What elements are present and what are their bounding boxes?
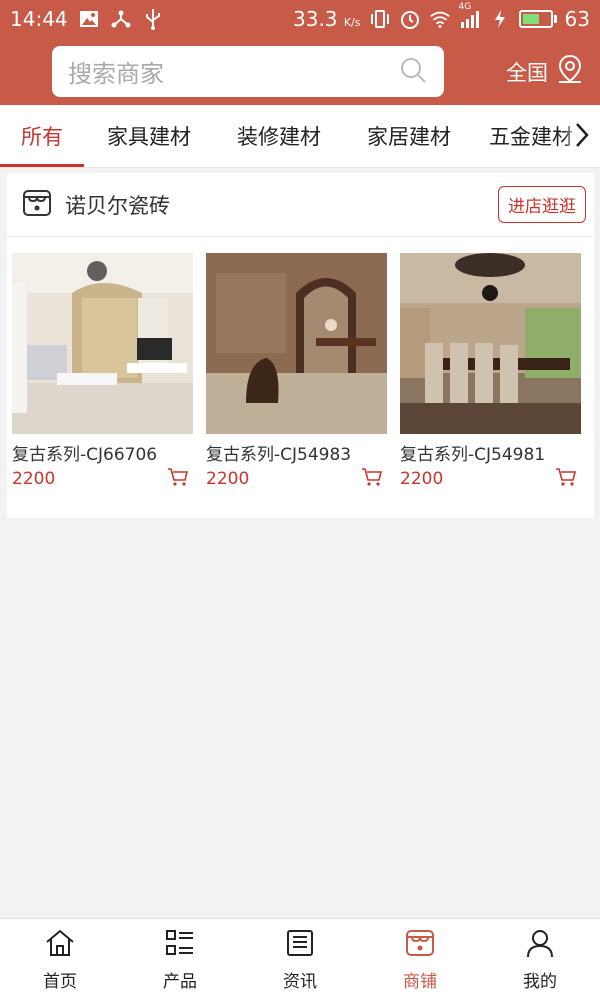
product-image[interactable] (12, 253, 193, 434)
vibrate-icon (369, 8, 391, 30)
product-title[interactable]: 复古系列-CJ66706 (12, 440, 193, 465)
nav-news[interactable]: 资讯 (240, 919, 360, 1000)
cart-icon[interactable] (167, 467, 189, 491)
nav-mine-label: 我的 (523, 971, 557, 992)
tab-furniture-materials[interactable]: 家具建材 (84, 105, 214, 167)
product-price: 2200 (206, 469, 250, 489)
status-bar: 14:44 33.3 K/s 4G 63 (0, 0, 600, 38)
battery-percent: 63 (564, 7, 590, 31)
product-card[interactable]: 复古系列-CJ54983 2200 (206, 253, 387, 491)
product-title[interactable]: 复古系列-CJ54983 (206, 440, 387, 465)
nav-shops-label: 商铺 (403, 971, 437, 992)
alarm-icon (399, 8, 421, 30)
home-icon (44, 928, 76, 963)
wifi-icon (429, 8, 451, 30)
battery-icon (518, 10, 557, 28)
visit-store-button[interactable]: 进店逛逛 (498, 186, 586, 223)
cart-icon[interactable] (361, 467, 383, 491)
news-icon (284, 928, 316, 963)
usb-icon (142, 8, 164, 30)
charging-icon (489, 8, 511, 30)
search-icon[interactable] (398, 55, 428, 89)
search-input[interactable]: 搜索商家 (68, 54, 398, 89)
chevron-right-icon (574, 121, 590, 153)
grid-list-icon (164, 928, 196, 963)
cart-icon[interactable] (555, 467, 577, 491)
tab-decoration-materials[interactable]: 装修建材 (214, 105, 344, 167)
nav-shops[interactable]: 商铺 (360, 919, 480, 1000)
product-card[interactable]: 复古系列-CJ54981 2200 (400, 253, 581, 491)
nav-products-label: 产品 (163, 971, 197, 992)
header: 搜索商家 全国 (0, 38, 600, 105)
product-card[interactable]: 复古系列-CJ66706 2200 (12, 253, 193, 491)
product-title[interactable]: 复古系列-CJ54981 (400, 440, 581, 465)
tab-home-materials[interactable]: 家居建材 (344, 105, 474, 167)
store-icon (21, 187, 53, 223)
nav-news-label: 资讯 (283, 971, 317, 992)
location-pin-icon (556, 54, 584, 89)
product-price: 2200 (400, 469, 444, 489)
region-selector[interactable]: 全国 (506, 54, 584, 89)
search-box[interactable]: 搜索商家 (52, 46, 444, 97)
network-speed: 33.3 K/s (293, 7, 361, 31)
nav-home-label: 首页 (43, 971, 77, 992)
product-image[interactable] (400, 253, 581, 434)
status-time: 14:44 (10, 7, 68, 31)
shop-icon (404, 928, 436, 963)
region-label: 全国 (506, 60, 548, 85)
nav-mine[interactable]: 我的 (480, 919, 600, 1000)
category-tabs: 所有 家具建材 装修建材 家居建材 五金建材 (0, 105, 600, 168)
store-header[interactable]: 诺贝尔瓷砖 进店逛逛 (7, 173, 594, 237)
tabs-scroll-right[interactable] (564, 105, 600, 167)
nav-products[interactable]: 产品 (120, 919, 240, 1000)
product-price: 2200 (12, 469, 56, 489)
nav-home[interactable]: 首页 (0, 919, 120, 1000)
user-icon (524, 928, 556, 963)
store-name[interactable]: 诺贝尔瓷砖 (65, 190, 170, 220)
bottom-nav: 首页 产品 资讯 商铺 我的 (0, 918, 600, 1000)
cell-signal-icon: 4G (459, 2, 481, 30)
product-list: 复古系列-CJ66706 2200 复古系列-CJ54983 2200 复古系列… (7, 237, 594, 491)
image-icon (78, 8, 100, 30)
tab-all[interactable]: 所有 (0, 105, 84, 167)
store-card: 诺贝尔瓷砖 进店逛逛 复古系列-CJ66706 2200 复古系列-CJ5498… (7, 173, 594, 518)
product-image[interactable] (206, 253, 387, 434)
share-icon (110, 8, 132, 30)
